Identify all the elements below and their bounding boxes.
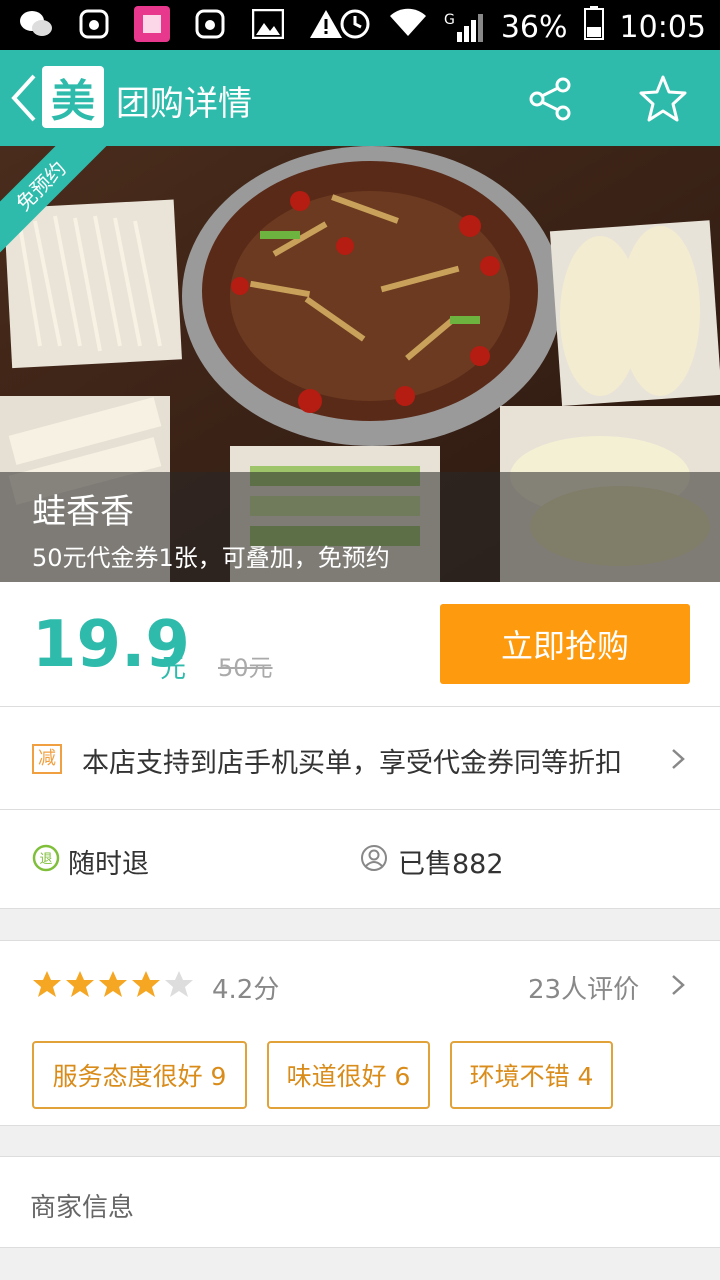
refund-icon: 退 <box>32 844 60 872</box>
user-icon <box>360 844 388 872</box>
discount-row[interactable]: 减 本店支持到店手机买单，享受代金券同等折扣 <box>0 707 720 810</box>
refund-anytime-label: 随时退 <box>68 849 149 880</box>
deal-hero-image[interactable]: 免预约 蛙香香 50元代金券1张，可叠加，免预约 <box>0 146 720 582</box>
wechat-icon <box>18 6 54 42</box>
star-filled-icon <box>33 971 61 997</box>
price-bar: 19.9 元 50元 立即抢购 <box>0 582 720 707</box>
merchant-info-label: 商家信息 <box>30 1193 135 1223</box>
gallery-icon <box>250 6 286 42</box>
star-rating <box>32 969 194 999</box>
price-unit: 元 <box>160 654 187 684</box>
deal-subtitle: 50元代金券1张，可叠加，免预约 <box>32 544 390 572</box>
wifi-icon <box>388 8 428 46</box>
nav-bar: 美 团购详情 <box>0 50 720 146</box>
huawei-app-icon-2 <box>192 6 228 42</box>
review-count: 23人评价 <box>528 975 640 1005</box>
star-filled-icon <box>99 971 127 997</box>
rating-score: 4.2分 <box>212 975 280 1005</box>
chevron-right-icon <box>670 973 686 997</box>
back-arrow-icon[interactable] <box>6 70 40 126</box>
star-filled-icon <box>132 971 160 997</box>
buy-now-button[interactable]: 立即抢购 <box>440 604 690 684</box>
share-icon[interactable] <box>528 76 574 122</box>
shop-name: 蛙香香 <box>32 492 134 532</box>
review-tags-row: 服务态度很好 9 味道很好 6 环境不错 4 <box>0 1027 720 1126</box>
status-bar: G 36% 10:05 <box>0 0 720 50</box>
alarm-icon <box>338 6 372 48</box>
discount-badge-icon: 减 <box>32 744 62 774</box>
merchant-info-section[interactable]: 商家信息 <box>0 1156 720 1248</box>
star-filled-icon <box>66 971 94 997</box>
huawei-app-icon <box>76 6 112 42</box>
battery-percent: 36% <box>500 9 568 45</box>
star-empty-icon <box>165 971 193 997</box>
page-title: 团购详情 <box>116 84 252 124</box>
nuomi-app-icon <box>134 6 170 42</box>
sold-count: 已售882 <box>398 849 504 880</box>
signal-icon: G <box>444 12 485 42</box>
svg-text:退: 退 <box>39 852 52 867</box>
chevron-right-icon <box>670 747 686 771</box>
discount-text: 本店支持到店手机买单，享受代金券同等折扣 <box>82 748 622 779</box>
rating-row[interactable]: 4.2分 23人评价 <box>0 940 720 1028</box>
battery-icon <box>583 6 604 48</box>
network-type: G <box>443 12 455 28</box>
features-row: 退 随时退 已售882 <box>0 810 720 909</box>
review-tag-environment[interactable]: 环境不错 4 <box>450 1041 613 1109</box>
review-tag-service[interactable]: 服务态度很好 9 <box>32 1041 247 1109</box>
review-tag-taste[interactable]: 味道很好 6 <box>267 1041 430 1109</box>
favorite-star-icon[interactable] <box>638 74 688 124</box>
original-price: 50元 <box>218 654 273 682</box>
meituan-logo[interactable]: 美 <box>42 66 104 128</box>
clock: 10:05 <box>619 9 706 45</box>
